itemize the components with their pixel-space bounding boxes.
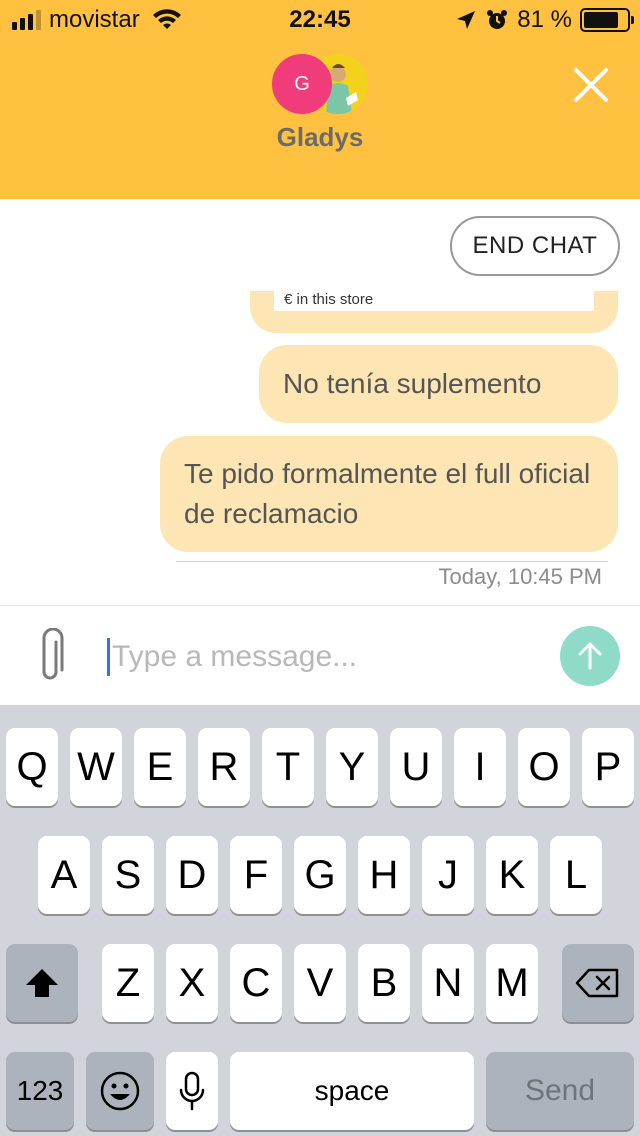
key-f[interactable]: F: [230, 836, 282, 914]
status-bar: movistar 22:45 81 %: [0, 0, 640, 40]
message-input[interactable]: [112, 632, 532, 682]
keyboard-send-key[interactable]: Send: [486, 1052, 634, 1130]
text-caret: [107, 638, 110, 676]
status-right-group: 81 %: [455, 6, 634, 34]
message-divider: [176, 561, 608, 562]
shift-icon: [26, 969, 58, 997]
key-x[interactable]: X: [166, 944, 218, 1022]
key-z[interactable]: Z: [102, 944, 154, 1022]
key-r[interactable]: R: [198, 728, 250, 806]
key-l[interactable]: L: [550, 836, 602, 914]
key-u[interactable]: U: [390, 728, 442, 806]
emoji-key[interactable]: [86, 1052, 154, 1130]
message-bubble: Te pido formalmente el full oficial de r…: [160, 436, 618, 552]
key-h[interactable]: H: [358, 836, 410, 914]
product-card-text: € in this store: [274, 291, 594, 311]
keyboard: QWERTYUIOP ASDFGHJKL ZXCVBNM 123 space S…: [0, 705, 640, 1136]
agent-avatars: G: [272, 54, 370, 114]
backspace-key[interactable]: [562, 944, 634, 1022]
chat-header: movistar 22:45 81 % G Gladys: [0, 0, 640, 199]
key-d[interactable]: D: [166, 836, 218, 914]
send-message-button[interactable]: [560, 626, 620, 686]
close-icon[interactable]: [570, 64, 612, 106]
arrow-up-icon: [578, 642, 602, 670]
battery-fill: [584, 12, 619, 28]
paperclip-icon[interactable]: [32, 628, 68, 686]
alarm-icon: [487, 10, 508, 29]
key-k[interactable]: K: [486, 836, 538, 914]
agent-initial-avatar: G: [272, 54, 332, 114]
shift-key[interactable]: [6, 944, 78, 1022]
end-chat-button[interactable]: END CHAT: [450, 216, 620, 276]
key-v[interactable]: V: [294, 944, 346, 1022]
chat-transcript: END CHAT € in this store No tenía suplem…: [0, 199, 640, 605]
message-bubble: No tenía suplemento: [259, 345, 618, 423]
dictation-key[interactable]: [166, 1052, 218, 1130]
key-e[interactable]: E: [134, 728, 186, 806]
key-i[interactable]: I: [454, 728, 506, 806]
key-q[interactable]: Q: [6, 728, 58, 806]
location-arrow-icon: [457, 11, 476, 29]
message-composer: [0, 605, 640, 705]
key-p[interactable]: P: [582, 728, 634, 806]
key-c[interactable]: C: [230, 944, 282, 1022]
backspace-icon: [575, 968, 619, 998]
key-n[interactable]: N: [422, 944, 474, 1022]
key-o[interactable]: O: [518, 728, 570, 806]
emoji-icon: [100, 1071, 140, 1111]
key-j[interactable]: J: [422, 836, 474, 914]
key-y[interactable]: Y: [326, 728, 378, 806]
key-g[interactable]: G: [294, 836, 346, 914]
message-timestamp: Today, 10:45 PM: [438, 564, 602, 589]
battery-percent: 81 %: [517, 6, 572, 33]
battery-icon: [580, 8, 634, 32]
space-key[interactable]: space: [230, 1052, 474, 1130]
key-a[interactable]: A: [38, 836, 90, 914]
key-m[interactable]: M: [486, 944, 538, 1022]
microphone-icon: [179, 1071, 205, 1111]
product-card-bubble: € in this store: [250, 291, 618, 333]
numbers-key[interactable]: 123: [6, 1052, 74, 1130]
key-b[interactable]: B: [358, 944, 410, 1022]
agent-name: Gladys: [276, 122, 364, 152]
key-s[interactable]: S: [102, 836, 154, 914]
key-w[interactable]: W: [70, 728, 122, 806]
key-t[interactable]: T: [262, 728, 314, 806]
